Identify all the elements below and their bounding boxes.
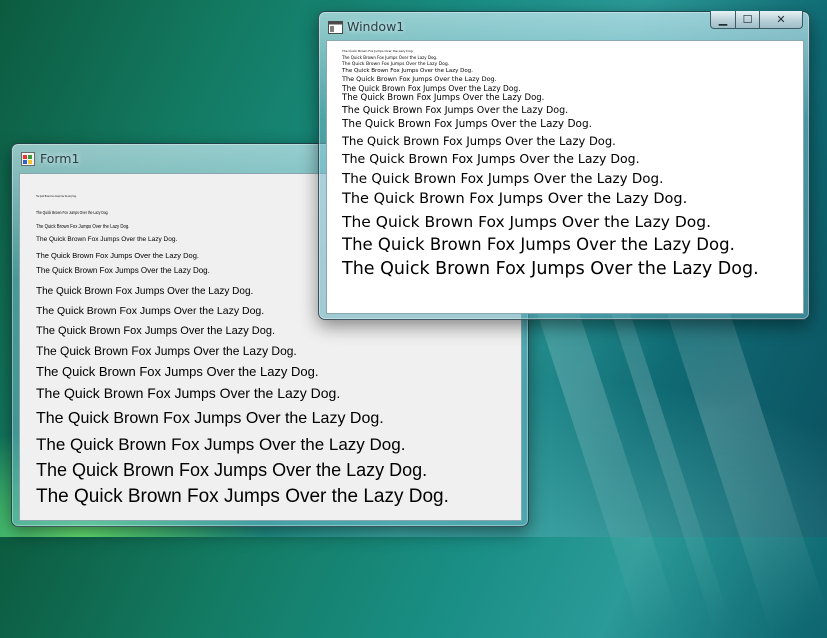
window1-text-line: The Quick Brown Fox Jumps Over the Lazy … bbox=[342, 191, 688, 207]
window1-text-line: The Quick Brown Fox Jumps Over the Lazy … bbox=[342, 55, 438, 60]
window1-text-line: The Quick Brown Fox Jumps Over the Lazy … bbox=[342, 68, 473, 74]
wpf-window-icon[interactable] bbox=[328, 19, 343, 38]
window1-text-line: The Quick Brown Fox Jumps Over the Lazy … bbox=[342, 151, 640, 166]
form1-text-line: The Quick Brown Fox Jumps Over the Lazy … bbox=[36, 266, 210, 275]
window1-text-line: The Quick Brown Fox Jumps Over the Lazy … bbox=[342, 235, 735, 254]
window1-text-line: The Quick Brown Fox Jumps Over the Lazy … bbox=[342, 49, 414, 53]
window1-text-line: The Quick Brown Fox Jumps Over the Lazy … bbox=[342, 259, 759, 279]
form1-text-line: The Quick Brown Fox Jumps Over the Lazy … bbox=[36, 325, 276, 337]
form1-text-line: The Quick Brown Fox Jumps Over the Lazy … bbox=[36, 385, 341, 401]
form1-text-line: The Quick Brown Fox Jumps Over the Lazy … bbox=[36, 410, 384, 427]
form1-text-line: The Quick Brown Fox Jumps Over the Lazy … bbox=[36, 251, 199, 260]
caption-buttons: ▁ ☐ ✕ bbox=[710, 11, 803, 29]
form1-text-line: The Quick Brown Fox Jumps Over the Lazy … bbox=[36, 194, 77, 198]
form1-title: Form1 bbox=[40, 151, 80, 166]
form1-text-line: The Quick Brown Fox Jumps Over the Lazy … bbox=[36, 435, 406, 454]
form1-text-line: The Quick Brown Fox Jumps Over the Lazy … bbox=[36, 236, 178, 243]
form1-text-line: The Quick Brown Fox Jumps Over the Lazy … bbox=[36, 305, 265, 317]
window1-text-line: The Quick Brown Fox Jumps Over the Lazy … bbox=[342, 75, 497, 83]
window1-text-line: The Quick Brown Fox Jumps Over the Lazy … bbox=[342, 93, 545, 103]
window1-text-line: The Quick Brown Fox Jumps Over the Lazy … bbox=[342, 171, 664, 187]
form1-text-line: The Quick Brown Fox Jumps Over the Lazy … bbox=[36, 286, 254, 297]
close-icon: ✕ bbox=[776, 13, 786, 26]
maximize-button[interactable]: ☐ bbox=[736, 11, 760, 29]
close-button[interactable]: ✕ bbox=[760, 11, 803, 29]
maximize-icon: ☐ bbox=[742, 13, 753, 26]
minimize-button[interactable]: ▁ bbox=[710, 11, 736, 29]
window1-title: Window1 bbox=[347, 19, 405, 34]
window1-text-line: The Quick Brown Fox Jumps Over the Lazy … bbox=[342, 213, 712, 231]
form1-text-line: The Quick Brown Fox Jumps Over the Lazy … bbox=[36, 210, 109, 215]
window1-text-line: The Quick Brown Fox Jumps Over the Lazy … bbox=[342, 118, 592, 130]
window1-text-line: The Quick Brown Fox Jumps Over the Lazy … bbox=[342, 62, 450, 67]
window1-text-line: The Quick Brown Fox Jumps Over the Lazy … bbox=[342, 134, 616, 148]
window1-text-line: The Quick Brown Fox Jumps Over the Lazy … bbox=[342, 84, 521, 93]
window1-window: Window1 ▁ ☐ ✕ The Quick Brown Fox Jumps … bbox=[318, 11, 810, 320]
form1-text-line: The Quick Brown Fox Jumps Over the Lazy … bbox=[36, 486, 449, 507]
window1-client-area: The Quick Brown Fox Jumps Over the Lazy … bbox=[326, 40, 804, 314]
form1-text-line: The Quick Brown Fox Jumps Over the Lazy … bbox=[36, 460, 428, 480]
form1-text-line: The Quick Brown Fox Jumps Over the Lazy … bbox=[36, 344, 297, 358]
form1-text-line: The Quick Brown Fox Jumps Over the Lazy … bbox=[36, 364, 319, 379]
minimize-icon: ▁ bbox=[718, 13, 728, 26]
form1-text-line: The Quick Brown Fox Jumps Over the Lazy … bbox=[36, 224, 130, 230]
winforms-app-icon[interactable] bbox=[21, 151, 35, 170]
window1-text-line: The Quick Brown Fox Jumps Over the Lazy … bbox=[342, 105, 569, 116]
